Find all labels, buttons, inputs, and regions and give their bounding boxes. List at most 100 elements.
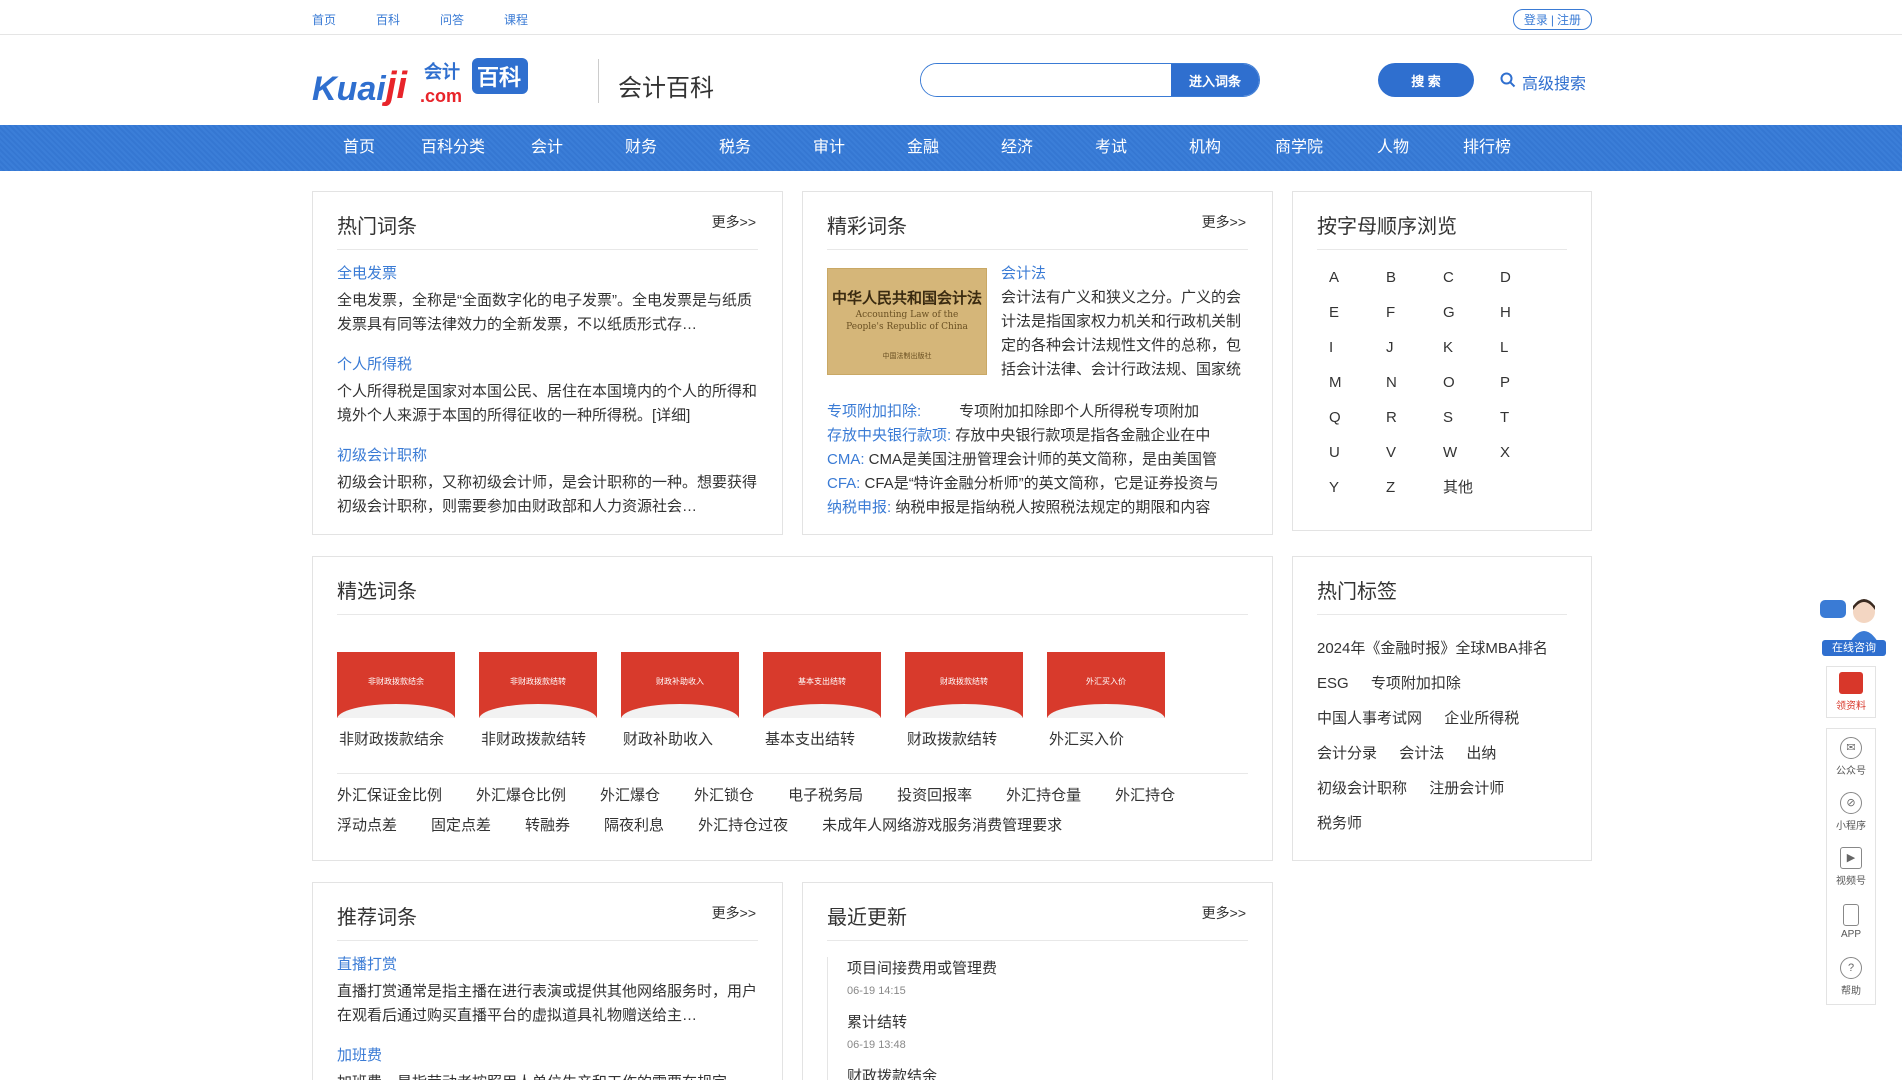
nav-item-exam[interactable]: 考试: [1064, 125, 1158, 171]
alphabet-letter-link[interactable]: W: [1431, 441, 1488, 465]
alphabet-letter-link[interactable]: E: [1317, 301, 1374, 325]
entry-card[interactable]: 非财政拨款结转 非财政拨款结转: [479, 652, 621, 749]
entry-card[interactable]: 外汇买入价 外汇买入价: [1047, 652, 1189, 749]
entry-card-image[interactable]: 外汇买入价: [1047, 652, 1165, 718]
online-consult-button[interactable]: 在线咨询: [1820, 594, 1886, 656]
alphabet-letter-link[interactable]: A: [1317, 266, 1374, 290]
more-link[interactable]: 更多>>: [1202, 903, 1246, 923]
help-button[interactable]: ? 帮助: [1827, 949, 1875, 1004]
entry-title-link[interactable]: CMA:: [827, 451, 865, 468]
entry-card-caption[interactable]: 外汇买入价: [1047, 728, 1189, 749]
alphabet-letter-link[interactable]: P: [1488, 371, 1545, 395]
entry-title-link[interactable]: 存放中央银行款项:: [827, 427, 951, 444]
nav-item-tax[interactable]: 税务: [688, 125, 782, 171]
tag-link[interactable]: 隔夜利息: [604, 814, 664, 835]
alphabet-letter-link[interactable]: H: [1488, 301, 1545, 325]
entry-title-link[interactable]: 全电发票: [337, 265, 397, 282]
alphabet-letter-link[interactable]: F: [1374, 301, 1431, 325]
tag-link[interactable]: 浮动点差: [337, 814, 397, 835]
alphabet-letter-link[interactable]: G: [1431, 301, 1488, 325]
entry-card[interactable]: 非财政拨款结余 非财政拨款结余: [337, 652, 479, 749]
nav-item-banking[interactable]: 金融: [876, 125, 970, 171]
hot-tag-link[interactable]: 会计分录: [1317, 745, 1377, 762]
alphabet-letter-link[interactable]: T: [1488, 406, 1545, 430]
app-button[interactable]: APP: [1827, 894, 1875, 949]
wechat-official-button[interactable]: ✉ 公众号: [1827, 729, 1875, 784]
hot-tag-link[interactable]: 注册会计师: [1429, 780, 1504, 797]
entry-title-link[interactable]: 个人所得税: [337, 356, 412, 373]
entry-card-caption[interactable]: 财政补助收入: [621, 728, 763, 749]
update-title-link[interactable]: 累计结转: [847, 1014, 907, 1031]
search-input[interactable]: [921, 64, 1171, 96]
top-link-course[interactable]: 课程: [504, 11, 528, 28]
nav-item-category[interactable]: 百科分类: [406, 125, 500, 171]
entry-title-link[interactable]: 专项附加扣除:: [827, 403, 921, 420]
entry-card[interactable]: 财政拨款结转 财政拨款结转: [905, 652, 1047, 749]
tag-link[interactable]: 外汇锁仓: [694, 784, 754, 805]
hot-tag-link[interactable]: 2024年《金融时报》全球MBA排名: [1317, 640, 1548, 657]
hot-tag-link[interactable]: ESG: [1317, 675, 1349, 692]
tag-link[interactable]: 电子税务局: [788, 784, 863, 805]
alphabet-letter-link[interactable]: B: [1374, 266, 1431, 290]
entry-card[interactable]: 财政补助收入 财政补助收入: [621, 652, 763, 749]
alphabet-letter-link[interactable]: D: [1488, 266, 1545, 290]
alphabet-letter-link[interactable]: Y: [1317, 476, 1374, 500]
tag-link[interactable]: 外汇爆仓比例: [476, 784, 566, 805]
entry-card-image[interactable]: 基本支出结转: [763, 652, 881, 718]
get-materials-button[interactable]: 领资料: [1827, 667, 1875, 717]
advanced-search-link[interactable]: 高级搜索: [1500, 70, 1586, 94]
nav-item-institution[interactable]: 机构: [1158, 125, 1252, 171]
top-link-home[interactable]: 首页: [312, 11, 336, 28]
search-button[interactable]: 搜 索: [1378, 63, 1474, 97]
mini-program-button[interactable]: ⊘ 小程序: [1827, 784, 1875, 839]
alphabet-letter-link[interactable]: L: [1488, 336, 1545, 360]
alphabet-letter-link[interactable]: K: [1431, 336, 1488, 360]
tag-link[interactable]: 未成年人网络游戏服务消费管理要求: [822, 814, 1062, 835]
more-link[interactable]: 更多>>: [712, 212, 756, 232]
nav-item-finance[interactable]: 财务: [594, 125, 688, 171]
nav-item-audit[interactable]: 审计: [782, 125, 876, 171]
hot-tag-link[interactable]: 专项附加扣除: [1371, 675, 1461, 692]
entry-title-link[interactable]: 直播打赏: [337, 956, 397, 973]
entry-card-image[interactable]: 非财政拨款结转: [479, 652, 597, 718]
entry-title-link[interactable]: 纳税申报:: [827, 499, 891, 516]
alphabet-letter-link[interactable]: R: [1374, 406, 1431, 430]
entry-card-image[interactable]: 财政补助收入: [621, 652, 739, 718]
top-link-baike[interactable]: 百科: [376, 11, 400, 28]
hot-tag-link[interactable]: 出纳: [1466, 745, 1496, 762]
entry-card-caption[interactable]: 非财政拨款结余: [337, 728, 479, 749]
nav-item-accounting[interactable]: 会计: [500, 125, 594, 171]
alphabet-letter-link[interactable]: N: [1374, 371, 1431, 395]
tag-link[interactable]: 投资回报率: [897, 784, 972, 805]
nav-item-economy[interactable]: 经济: [970, 125, 1064, 171]
hot-tag-link[interactable]: 税务师: [1317, 815, 1362, 832]
tag-link[interactable]: 转融券: [525, 814, 570, 835]
entry-card-caption[interactable]: 基本支出结转: [763, 728, 905, 749]
alphabet-letter-link[interactable]: I: [1317, 336, 1374, 360]
hot-tag-link[interactable]: 企业所得税: [1444, 710, 1519, 727]
tag-link[interactable]: 外汇持仓: [1115, 784, 1175, 805]
entry-card[interactable]: 基本支出结转 基本支出结转: [763, 652, 905, 749]
nav-item-ranking[interactable]: 排行榜: [1440, 125, 1534, 171]
more-link[interactable]: 更多>>: [712, 903, 756, 923]
featured-title-link[interactable]: 会计法: [1001, 262, 1046, 283]
video-channel-button[interactable]: ▶ 视频号: [1827, 839, 1875, 894]
tag-link[interactable]: 外汇持仓过夜: [698, 814, 788, 835]
entry-card-image[interactable]: 财政拨款结转: [905, 652, 1023, 718]
alphabet-letter-link[interactable]: Z: [1374, 476, 1431, 500]
entry-title-link[interactable]: CFA:: [827, 475, 860, 492]
hot-tag-link[interactable]: 中国人事考试网: [1317, 710, 1422, 727]
more-link[interactable]: 更多>>: [1202, 212, 1246, 232]
hot-tag-link[interactable]: 会计法: [1399, 745, 1444, 762]
site-logo[interactable]: Kuai ji 会计 .com 百科: [312, 54, 574, 109]
nav-item-home[interactable]: 首页: [312, 125, 406, 171]
nav-item-business-school[interactable]: 商学院: [1252, 125, 1346, 171]
tag-link[interactable]: 外汇保证金比例: [337, 784, 442, 805]
top-link-qa[interactable]: 问答: [440, 11, 464, 28]
update-title-link[interactable]: 财政拨款结余: [847, 1068, 937, 1080]
entry-card-caption[interactable]: 财政拨款结转: [905, 728, 1047, 749]
tag-link[interactable]: 外汇爆仓: [600, 784, 660, 805]
entry-title-link[interactable]: 加班费: [337, 1047, 382, 1064]
entry-title-link[interactable]: 初级会计职称: [337, 447, 427, 464]
hot-tag-link[interactable]: 初级会计职称: [1317, 780, 1407, 797]
